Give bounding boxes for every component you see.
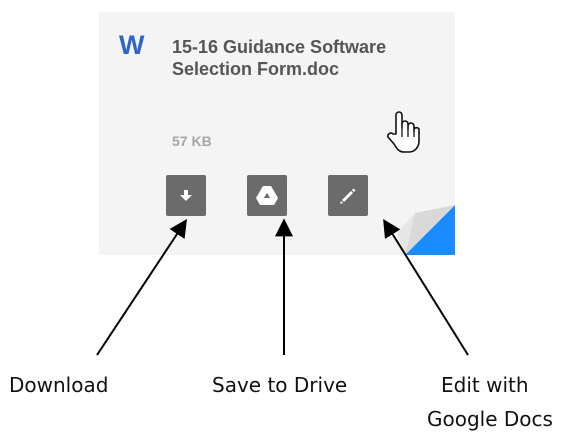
edit-arrow — [383, 218, 469, 356]
edit-callout-label-line2: Google Docs — [427, 407, 553, 431]
download-arrow — [96, 218, 187, 356]
edit-callout-label-line1: Edit with — [441, 373, 529, 397]
save-to-drive-callout-label: Save to Drive — [212, 373, 348, 397]
download-callout-label: Download — [9, 373, 109, 397]
